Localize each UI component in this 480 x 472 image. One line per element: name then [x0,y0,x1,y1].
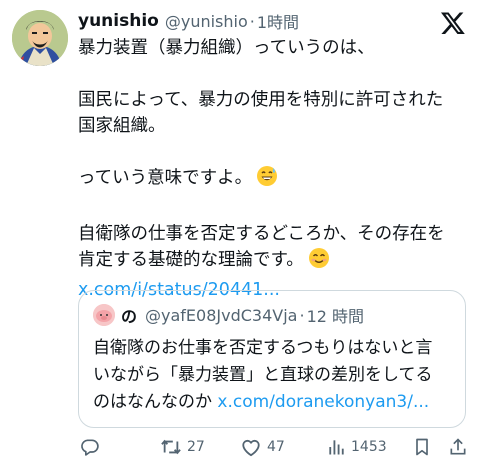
quoted-text: 自衛隊のお仕事を否定するつもりはないと言 いながら「暴力装置」と直球の差別をして… [93,335,453,416]
retweet-button[interactable]: 27 [160,434,205,460]
share-button[interactable] [448,434,468,460]
bookmark-button[interactable] [412,434,432,460]
quoted-handle[interactable]: @yafE08JvdC34Vja [145,306,297,325]
avatar[interactable] [12,10,68,66]
quoted-header: の @yafE08JvdC34Vja · 12 時間 [93,303,364,327]
reply-button[interactable] [80,434,105,460]
like-button[interactable]: 47 [240,434,285,460]
quoted-post[interactable]: の @yafE08JvdC34Vja · 12 時間 自衛隊のお仕事を否定するつ… [78,290,466,428]
action-bar: 27 47 1453 [78,434,470,460]
share-icon [450,438,466,455]
post-line: 自衛隊の仕事を否定するどころか、その存在を [78,224,445,244]
handle[interactable]: @yunishio [165,12,248,31]
post-header: yunishio @yunishio · 1時間 [78,8,299,34]
post-line: 肯定する基礎的な理論です。 [78,250,304,270]
views-icon [329,440,344,455]
post-text: 暴力装置（暴力組織）っていうのは、 国民によって、暴力の使用を特別に許可された … [78,35,468,303]
retweet-icon [161,439,181,455]
sweat-smile-emoji [256,165,278,195]
like-icon [242,439,260,457]
post-line: 暴力装置（暴力組織）っていうのは、 [78,38,375,58]
post-line: っていう意味ですよ。 [78,168,253,188]
smile-emoji [308,247,330,277]
meta-separator: · [249,11,255,31]
quoted-line: のはなんなのか [93,392,212,412]
views-button[interactable]: 1453 [326,434,387,460]
quoted-line: いながら「暴力装置」と直球の差別をしてる [93,365,433,385]
quoted-time[interactable]: 12 時間 [307,303,364,327]
reply-icon [81,439,99,456]
post-line: 国家組織。 [78,116,166,136]
avatar-image [12,10,68,66]
post-line: 国民によって、暴力の使用を特別に許可された [78,90,444,110]
display-name[interactable]: yunishio [78,11,159,31]
quoted-separator: · [299,305,305,325]
post-time[interactable]: 1時間 [257,9,299,33]
quoted-line: 自衛隊のお仕事を否定するつもりはないと言 [93,338,433,358]
retweet-count: 27 [187,439,205,455]
bookmark-icon [416,438,428,456]
quoted-avatar[interactable] [93,304,115,326]
quoted-display-name[interactable]: の [121,303,137,327]
quoted-link[interactable]: x.com/doranekonyan3/... [217,392,429,412]
x-logo-icon[interactable] [440,10,466,36]
like-count: 47 [267,439,285,455]
views-count: 1453 [351,439,387,455]
